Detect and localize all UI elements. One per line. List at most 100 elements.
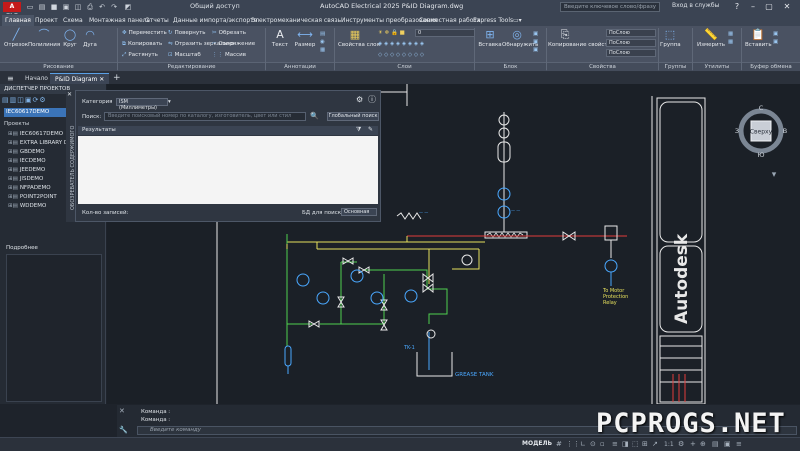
group-properties[interactable]: Свойства — [547, 62, 658, 71]
app-menu-icon[interactable]: ≡ — [2, 73, 19, 84]
group-layers[interactable]: Слои — [335, 62, 474, 71]
customize-icon[interactable]: ≡ — [736, 440, 742, 449]
group-block[interactable]: Блок — [475, 62, 546, 71]
clipboard-icons[interactable]: ▣ ▣ — [773, 30, 778, 46]
catalog-search-input[interactable]: Введите поисковый номер по каталогу, изг… — [104, 112, 306, 121]
command-close-icon[interactable]: ✕ — [119, 407, 125, 415]
share-button[interactable]: Общий доступ — [190, 2, 240, 10]
isolate-icon[interactable]: ⊕ — [700, 440, 706, 449]
grid-icon[interactable]: # — [556, 440, 562, 449]
model-space-button[interactable]: МОДЕЛЬ — [522, 440, 552, 447]
close-button[interactable]: ✕ — [780, 1, 794, 13]
layer-tools-icons[interactable]: ◈ ◈ ◈ ◈ ◈ ◈ ◈ ◈ — [378, 40, 424, 48]
text-button[interactable]: A Текст — [268, 29, 292, 49]
edit-icon[interactable]: ✎ — [368, 126, 373, 134]
close-tab-icon[interactable]: ✕ — [99, 76, 104, 83]
dimension-button[interactable]: ⟷ Размер — [292, 29, 318, 49]
linetype-dropdown[interactable]: ПоСлою — [606, 39, 656, 47]
help-search-input[interactable]: Введите ключевое слово/фразу — [560, 2, 660, 12]
polyline-button[interactable]: ⌒ Полилиния — [28, 29, 60, 49]
strip-close-icon[interactable]: ✕ — [67, 91, 72, 98]
arc-button[interactable]: ◠ Дуга — [80, 29, 100, 49]
fillet-button[interactable]: ⌐ Сопряжение — [212, 40, 255, 48]
detect-button[interactable]: ◎ Обнаружить — [502, 29, 538, 49]
active-project[interactable]: IEC60617DEMO — [4, 108, 66, 117]
open-file-icon[interactable]: ▤ — [38, 3, 46, 11]
utilities-icons[interactable]: ▦ ▦ — [728, 30, 733, 46]
group-annotation[interactable]: Аннотации — [266, 62, 334, 71]
wcs-menu-icon[interactable]: ▾ — [768, 170, 780, 182]
paste-button[interactable]: 📋 Вставить — [745, 29, 772, 49]
results-grid[interactable] — [78, 136, 378, 204]
dynamic-ucs-icon[interactable]: ↗ — [652, 440, 658, 449]
undo-icon[interactable]: ↶ — [98, 3, 106, 11]
array-button[interactable]: ⋮⋮ Массив — [212, 51, 246, 59]
plus-icon[interactable]: + — [690, 440, 696, 449]
tab-home[interactable]: Главная — [2, 15, 34, 26]
project-toolbar-icons[interactable]: ▤▥◫▣⟳⚙ — [2, 96, 47, 106]
help-icon[interactable]: ? — [730, 1, 744, 13]
group-groups[interactable]: Группы — [659, 62, 692, 71]
share-icon[interactable]: ◩ — [124, 3, 132, 11]
db-dropdown[interactable]: Основная — [341, 208, 377, 216]
tab-more-icon[interactable]: ▭▾ — [510, 15, 525, 26]
snap-icon[interactable]: ⋮⋮ — [566, 440, 580, 449]
search-icon[interactable]: 🔍 — [310, 112, 319, 120]
project-item[interactable]: ⊞▤ POINT2POINT — [8, 193, 57, 201]
category-dropdown[interactable]: ISM (Миллиметры) — [116, 98, 168, 111]
rotate-button[interactable]: ↻ Повернуть — [168, 29, 206, 37]
match-properties-button[interactable]: ⎘ Копирование свойств — [548, 29, 611, 49]
redo-icon[interactable]: ↷ — [110, 3, 118, 11]
viewcube-west[interactable]: З — [735, 127, 739, 135]
ortho-icon[interactable]: ∟ — [580, 440, 586, 449]
trim-button[interactable]: ✂ Обрезать — [212, 29, 246, 37]
layer-dropdown[interactable]: 0 — [415, 29, 475, 37]
block-tools-icons[interactable]: ▣ ▣ ▣ — [533, 30, 538, 54]
group-modify[interactable]: Редактирование — [118, 62, 265, 71]
layer-tools-icons-2[interactable]: ◇ ◇ ◇ ◇ ◇ ◇ ◇ ◇ — [378, 51, 424, 59]
project-item[interactable]: ⊞▤ IECDEMO — [8, 157, 46, 165]
project-item[interactable]: ⊞▤ WDDEMO — [8, 202, 46, 210]
tab-drawing[interactable]: P&ID Diagram ✕ — [50, 73, 110, 84]
layer-properties-button[interactable]: ▦ Свойства слоя — [338, 29, 380, 49]
plot-icon[interactable]: ⎙ — [86, 3, 94, 11]
color-dropdown[interactable]: ПоСлою — [606, 29, 656, 37]
save-icon[interactable]: ■ — [50, 3, 58, 11]
viewcube-north[interactable]: С — [759, 104, 764, 112]
circle-button[interactable]: ◯ Круг — [60, 29, 80, 49]
command-customize-icon[interactable]: 🔧 — [119, 426, 128, 434]
sign-in-button[interactable]: Вход в службы — [672, 2, 719, 9]
global-search-button[interactable]: Глобальный поиск — [327, 112, 379, 121]
app-menu-button[interactable]: A ELE — [3, 2, 21, 20]
group-clipboard[interactable]: Буфер обмена — [742, 62, 800, 71]
insert-block-button[interactable]: ⊞ Вставка — [478, 29, 502, 49]
hardware-accel-icon[interactable]: ▤ — [712, 440, 719, 449]
new-file-icon[interactable]: ▭ — [26, 3, 34, 11]
category-dropdown-arrow-icon[interactable]: ▾ — [168, 98, 171, 106]
info-icon[interactable]: ⓘ — [368, 96, 376, 104]
web-mobile-icon[interactable]: ◫ — [74, 3, 82, 11]
maximize-button[interactable]: ▢ — [762, 1, 776, 13]
stretch-button[interactable]: ⤢ Растянуть — [122, 51, 158, 59]
layer-state-icons[interactable]: ☀ ❄ 🔒 ■ — [378, 29, 405, 37]
line-button[interactable]: ╱ Отрезок — [4, 29, 28, 49]
save-as-icon[interactable]: ▣ — [62, 3, 70, 11]
copy-button[interactable]: ⧉ Копировать — [122, 40, 162, 48]
viewcube-south[interactable]: Ю — [757, 151, 764, 158]
project-item[interactable]: ⊞▤ IEC60617DEMO — [8, 130, 63, 138]
tab-start[interactable]: Начало — [20, 73, 53, 84]
transparency-icon[interactable]: ⊞ — [642, 440, 648, 449]
tab-schematic[interactable]: Схема — [60, 15, 86, 26]
group-utilities[interactable]: Утилиты — [693, 62, 741, 71]
scale-button[interactable]: ⊡ Масштаб — [168, 51, 201, 59]
workspace-gear-icon[interactable]: ⚙ — [678, 440, 684, 449]
filter-icon[interactable]: ⧩ — [356, 126, 361, 134]
project-item[interactable]: ⊞▤ JISDEMO — [8, 175, 43, 183]
tab-reports[interactable]: Отчеты — [142, 15, 172, 26]
tab-electromechanical[interactable]: Электромеханическая связь — [248, 15, 344, 26]
annotation-icon[interactable]: ⬚ — [632, 440, 639, 449]
group-draw[interactable]: Рисование — [0, 62, 117, 71]
group-button[interactable]: ⬚ Группа — [660, 29, 681, 49]
annotation-scale[interactable]: 1:1 — [664, 440, 674, 449]
annotation-tools-icon[interactable]: ▤ ◉ ▦ — [320, 30, 325, 54]
